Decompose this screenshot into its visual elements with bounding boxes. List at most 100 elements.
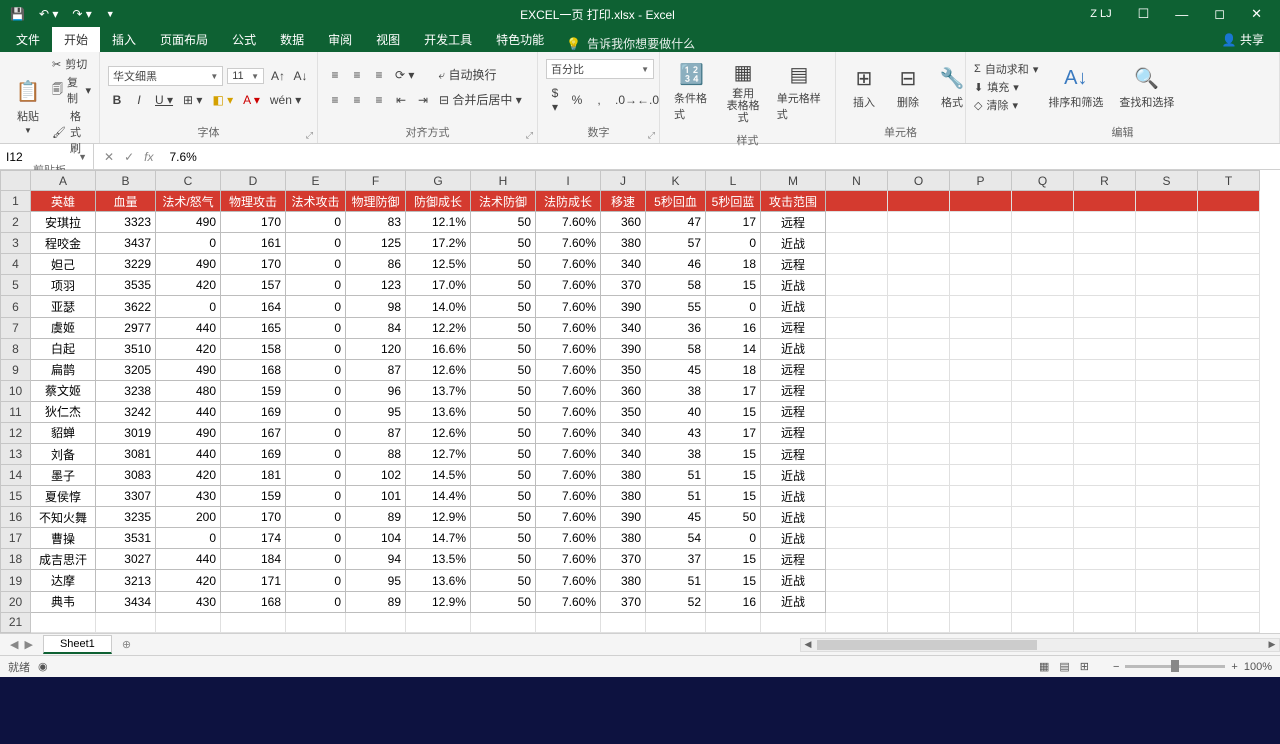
empty-cell[interactable] (1012, 212, 1074, 233)
autosum-button[interactable]: Σ 自动求和 ▾ (974, 61, 1038, 77)
cut-button[interactable]: ✂ 剪切 (52, 56, 91, 72)
empty-cell[interactable] (1012, 528, 1074, 549)
data-cell[interactable]: 490 (156, 212, 221, 233)
empty-cell[interactable] (1136, 486, 1198, 507)
align-launcher-icon[interactable]: ⤢ (526, 130, 533, 141)
col-header[interactable]: C (156, 171, 221, 191)
col-header[interactable]: A (31, 171, 96, 191)
data-cell[interactable]: 440 (156, 444, 221, 465)
empty-cell[interactable] (1012, 465, 1074, 486)
data-cell[interactable]: 12.1% (406, 212, 471, 233)
empty-cell[interactable] (1136, 212, 1198, 233)
empty-cell[interactable] (471, 612, 536, 632)
zoom-out-icon[interactable]: − (1113, 661, 1119, 673)
data-cell[interactable]: 0 (706, 233, 761, 254)
data-cell[interactable]: 0 (286, 338, 346, 359)
row-header[interactable]: 14 (1, 465, 31, 486)
select-all-corner[interactable] (1, 171, 31, 191)
row-header[interactable]: 9 (1, 359, 31, 380)
empty-cell[interactable] (950, 570, 1012, 591)
data-cell[interactable]: 3323 (96, 212, 156, 233)
empty-cell[interactable] (1198, 233, 1260, 254)
table-header-cell[interactable]: 移速 (601, 191, 646, 212)
empty-cell[interactable] (1074, 317, 1136, 338)
empty-cell[interactable] (1136, 233, 1198, 254)
data-cell[interactable]: 14.0% (406, 296, 471, 317)
row-header[interactable]: 16 (1, 507, 31, 528)
ribbon-options-icon[interactable]: ☐ (1128, 6, 1160, 22)
data-cell[interactable]: 7.60% (536, 275, 601, 296)
row-header[interactable]: 18 (1, 549, 31, 570)
data-cell[interactable]: 3081 (96, 444, 156, 465)
empty-cell[interactable] (826, 570, 888, 591)
data-cell[interactable]: 蔡文姬 (31, 380, 96, 401)
data-cell[interactable]: 350 (601, 359, 646, 380)
data-cell[interactable]: 7.60% (536, 507, 601, 528)
data-cell[interactable]: 0 (286, 465, 346, 486)
zoom-slider[interactable] (1125, 665, 1225, 668)
data-cell[interactable]: 50 (471, 570, 536, 591)
col-header[interactable]: O (888, 171, 950, 191)
empty-cell[interactable] (1074, 191, 1136, 212)
dec-decimal-icon[interactable]: ←.0 (634, 92, 652, 108)
data-cell[interactable]: 7.60% (536, 549, 601, 570)
data-cell[interactable]: 3019 (96, 422, 156, 443)
data-cell[interactable]: 340 (601, 317, 646, 338)
data-cell[interactable]: 15 (706, 570, 761, 591)
data-cell[interactable]: 7.60% (536, 338, 601, 359)
data-cell[interactable]: 94 (346, 549, 406, 570)
data-cell[interactable]: 14 (706, 338, 761, 359)
data-cell[interactable]: 18 (706, 359, 761, 380)
empty-cell[interactable] (646, 612, 706, 632)
empty-cell[interactable] (1012, 549, 1074, 570)
data-cell[interactable]: 169 (221, 401, 286, 422)
data-cell[interactable]: 340 (601, 254, 646, 275)
data-cell[interactable]: 158 (221, 338, 286, 359)
confirm-formula-icon[interactable]: ✓ (124, 150, 134, 164)
data-cell[interactable]: 7.60% (536, 422, 601, 443)
data-cell[interactable]: 15 (706, 486, 761, 507)
row-header[interactable]: 7 (1, 317, 31, 338)
data-cell[interactable]: 54 (646, 528, 706, 549)
empty-cell[interactable] (1136, 570, 1198, 591)
bold-button[interactable]: B (108, 92, 126, 108)
data-cell[interactable]: 52 (646, 591, 706, 612)
empty-cell[interactable] (1074, 465, 1136, 486)
empty-cell[interactable] (761, 612, 826, 632)
empty-cell[interactable] (826, 465, 888, 486)
data-cell[interactable]: 近战 (761, 465, 826, 486)
row-header[interactable]: 17 (1, 528, 31, 549)
empty-cell[interactable] (1136, 296, 1198, 317)
data-cell[interactable]: 0 (156, 296, 221, 317)
empty-cell[interactable] (826, 233, 888, 254)
table-header-cell[interactable]: 法术攻击 (286, 191, 346, 212)
data-cell[interactable]: 50 (471, 317, 536, 338)
data-cell[interactable]: 12.6% (406, 422, 471, 443)
row-header[interactable]: 12 (1, 422, 31, 443)
maximize-icon[interactable]: ◻ (1204, 6, 1235, 22)
data-cell[interactable]: 貂蝉 (31, 422, 96, 443)
data-cell[interactable]: 曹操 (31, 528, 96, 549)
data-cell[interactable]: 380 (601, 570, 646, 591)
empty-cell[interactable] (1012, 233, 1074, 254)
data-cell[interactable]: 0 (286, 296, 346, 317)
data-cell[interactable]: 0 (286, 507, 346, 528)
data-cell[interactable]: 墨子 (31, 465, 96, 486)
empty-cell[interactable] (950, 296, 1012, 317)
data-cell[interactable]: 7.60% (536, 401, 601, 422)
empty-cell[interactable] (888, 401, 950, 422)
table-header-cell[interactable]: 5秒回蓝 (706, 191, 761, 212)
empty-cell[interactable] (601, 612, 646, 632)
empty-cell[interactable] (888, 275, 950, 296)
data-cell[interactable]: 84 (346, 317, 406, 338)
empty-cell[interactable] (888, 254, 950, 275)
data-cell[interactable]: 102 (346, 465, 406, 486)
data-cell[interactable]: 17 (706, 212, 761, 233)
data-cell[interactable]: 50 (471, 380, 536, 401)
data-cell[interactable]: 125 (346, 233, 406, 254)
data-cell[interactable]: 47 (646, 212, 706, 233)
data-cell[interactable]: 50 (471, 275, 536, 296)
data-cell[interactable]: 13.6% (406, 401, 471, 422)
data-cell[interactable]: 181 (221, 465, 286, 486)
data-cell[interactable]: 164 (221, 296, 286, 317)
